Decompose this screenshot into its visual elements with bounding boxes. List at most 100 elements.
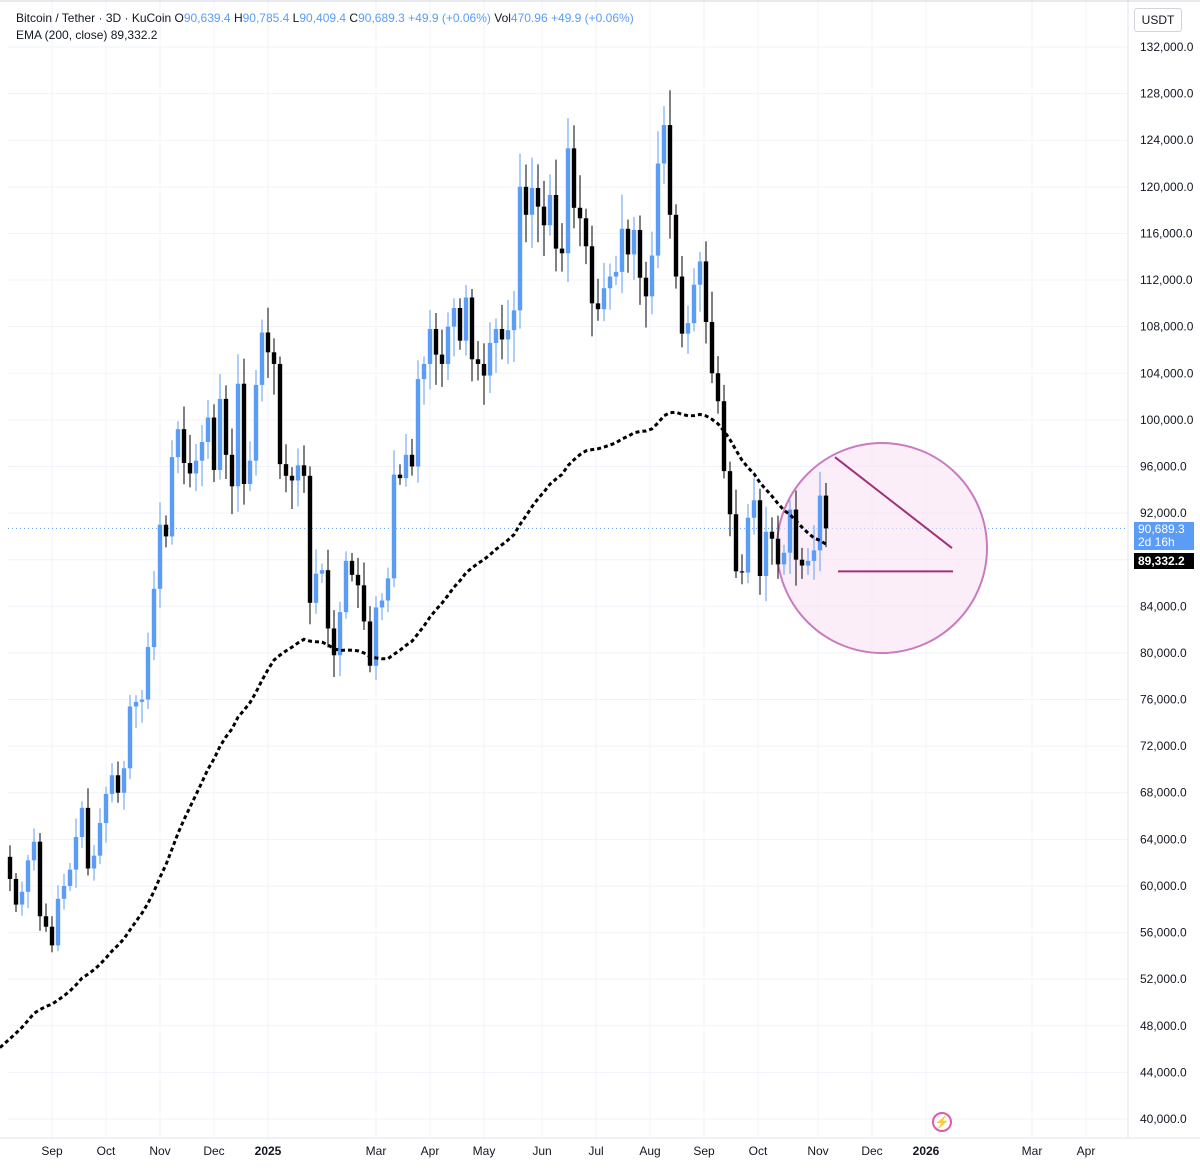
price-tick-label: 112,000.0 [1140, 273, 1193, 287]
close-value: 90,689.3 [358, 11, 405, 25]
low-value: 90,409.4 [299, 11, 347, 25]
price-tick-label: 80,000.0 [1140, 646, 1187, 660]
candle-up [511, 310, 517, 331]
candle-down [211, 417, 217, 470]
candle-down [469, 297, 475, 360]
candle-down [49, 926, 55, 946]
candle-down [355, 574, 361, 586]
price-tick-label: 44,000.0 [1140, 1065, 1187, 1079]
candle-up [565, 148, 571, 254]
vol-change-value: +49.9 (+0.06%) [550, 11, 634, 25]
price-tick-label: 120,000.0 [1140, 180, 1194, 194]
candle-down [577, 207, 583, 219]
candle-up [337, 612, 343, 656]
candle-up [157, 524, 163, 589]
bar-countdown: 2d 16h [1138, 535, 1175, 549]
high-label: H [233, 11, 243, 25]
candle-up [385, 578, 391, 601]
candle-up [691, 284, 697, 324]
time-tick-label: Jul [588, 1144, 603, 1158]
price-tick-label: 56,000.0 [1140, 926, 1187, 940]
candle-up [205, 417, 211, 443]
candle-down [277, 363, 283, 465]
candle-up [601, 288, 607, 310]
currency-selector[interactable]: USDT [1134, 8, 1182, 32]
candle-up [403, 454, 409, 479]
candle-up [19, 891, 25, 905]
candle-up [463, 297, 469, 341]
candle-down [331, 628, 337, 656]
candle-down [799, 559, 805, 566]
price-tick-label: 76,000.0 [1140, 693, 1187, 707]
candle-up [67, 869, 73, 886]
candle-up [235, 383, 241, 487]
candle-up [655, 163, 661, 256]
candle-down [541, 206, 547, 226]
candle-up [253, 384, 259, 461]
time-tick-label: Oct [749, 1144, 768, 1158]
close-label: C [349, 11, 359, 25]
candle-up [145, 647, 151, 700]
candle-up [505, 330, 511, 340]
candle-down [625, 228, 631, 255]
candle-down [535, 187, 541, 207]
price-tick-label: 116,000.0 [1140, 226, 1193, 240]
candle-down [571, 148, 577, 208]
ema-200-line [0, 410, 827, 1049]
candle-up [391, 474, 397, 579]
candle-down [397, 474, 403, 479]
candle-down [793, 509, 799, 560]
candle-down [523, 186, 529, 215]
ema-line [0, 410, 827, 1049]
candle-up [319, 570, 325, 574]
candle-up [139, 699, 145, 702]
candle-up [379, 600, 385, 608]
candle-down [37, 841, 43, 917]
candle-down [325, 570, 331, 629]
price-tick-label: 104,000.0 [1140, 366, 1194, 380]
candle-up [427, 328, 433, 364]
candle-down [667, 125, 673, 215]
candles [7, 90, 829, 953]
candle-up [127, 706, 133, 769]
candle-up [415, 379, 421, 467]
candle-up [199, 442, 205, 461]
price-chart[interactable]: 132,000.0 128,000.0 124,000.0 120,000.0 116,… [0, 0, 1200, 1164]
candle-down [43, 916, 49, 927]
price-axis-bg [1128, 0, 1200, 1164]
candle-up [781, 552, 787, 565]
time-tick-label: Nov [149, 1144, 170, 1158]
time-tick-label: 2025 [255, 1144, 282, 1158]
candle-up [451, 308, 457, 327]
candle-up [25, 860, 31, 892]
lightning-icon[interactable]: ⚡ [932, 1112, 952, 1132]
candle-down [553, 194, 559, 249]
price-axis: 132,000.0 128,000.0 124,000.0 120,000.0 116,… [0, 0, 1200, 1164]
time-tick-label: Sep [693, 1144, 715, 1158]
time-tick-label: Dec [861, 1144, 882, 1158]
price-tick-label: 124,000.0 [1140, 133, 1194, 147]
candle-up [607, 276, 613, 289]
candle-down [715, 373, 721, 402]
time-tick-label: May [473, 1144, 496, 1158]
ema-legend-row[interactable]: EMA (200, close) 89,332.2 [16, 27, 634, 44]
symbol-title[interactable]: Bitcoin / Tether · 3D · KuCoin [16, 11, 171, 25]
candle-down [115, 775, 121, 793]
candle-down [307, 475, 313, 603]
candle-up [805, 560, 811, 566]
candle-down [271, 352, 277, 364]
candle-up [685, 323, 691, 334]
candle-up [751, 500, 757, 518]
chart-container[interactable]: 132,000.0 128,000.0 124,000.0 120,000.0 116,… [0, 0, 1200, 1164]
price-tick-label: 132,000.0 [1140, 40, 1194, 54]
candle-down [361, 585, 367, 622]
candle-up [97, 823, 103, 856]
candle-up [619, 228, 625, 272]
candle-down [481, 363, 487, 376]
ohlc-row: Bitcoin / Tether · 3D · KuCoin O90,639.4… [16, 10, 634, 27]
open-label: O [174, 11, 184, 25]
candle-down [457, 308, 463, 341]
price-tick-label: 84,000.0 [1140, 599, 1187, 613]
candle-down [223, 398, 229, 455]
candle-up [811, 550, 817, 561]
